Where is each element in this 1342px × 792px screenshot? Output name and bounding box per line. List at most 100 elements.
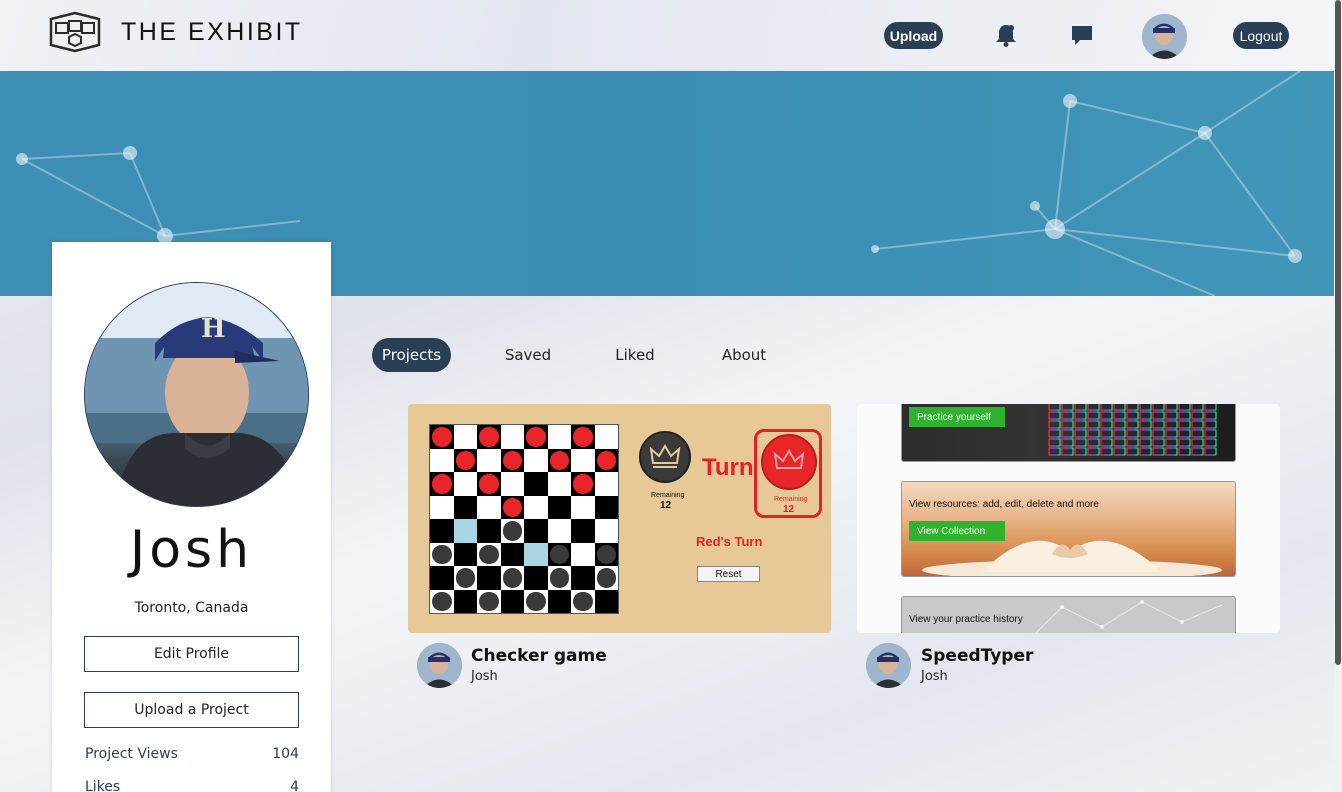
board-square [430,472,454,496]
board-square [453,589,477,613]
board-square [571,542,595,566]
resources-text: View resources: add, edit, delete and mo… [909,499,1099,510]
remaining-count-black: 12 [660,500,672,511]
board-square [524,448,548,472]
upload-project-button[interactable]: Upload a Project [84,692,299,728]
board-square [594,472,618,496]
board-square [547,448,571,472]
chat-icon[interactable] [1070,22,1094,48]
red-crown-icon [761,434,817,490]
board-square [500,425,524,449]
upload-button[interactable]: Upload [884,22,943,49]
board-square [524,589,548,613]
red-piece [479,474,499,494]
turn-heading: Turn [702,454,754,481]
logo-icon[interactable] [47,11,103,53]
board-square [477,589,501,613]
board-square [571,495,595,519]
board-square [500,519,524,543]
tab-projects[interactable]: Projects [372,338,451,372]
board-square [571,448,595,472]
board-square [571,589,595,613]
board-square [430,542,454,566]
board-square [524,566,548,590]
board-square [594,495,618,519]
user-avatar[interactable] [1142,14,1187,59]
project-author-avatar[interactable] [417,643,462,688]
board-square [430,589,454,613]
red-piece [526,427,546,447]
tab-saved[interactable]: Saved [497,338,559,372]
board-square [453,566,477,590]
project-author[interactable]: Josh [921,669,948,684]
board-square [430,448,454,472]
board-square [547,425,571,449]
black-piece [502,568,522,588]
board-square [524,495,548,519]
board-square [477,472,501,496]
black-crown-icon [639,431,691,483]
black-piece [479,544,499,564]
board-square [430,495,454,519]
board-square [547,566,571,590]
bell-icon[interactable] [994,22,1018,48]
practice-button: Practice yourself [909,407,1005,427]
board-square [594,519,618,543]
profile-card: H Josh Toronto, Canada Edit Profile Uplo… [52,242,331,792]
remaining-label-red: Remaining [774,496,808,503]
board-square [547,542,571,566]
board-square [547,472,571,496]
black-piece [596,544,616,564]
black-piece [479,591,499,611]
board-square [477,495,501,519]
brand-title[interactable]: THE EXHIBIT [121,18,303,47]
stat-value: 4 [290,779,299,792]
board-square [594,542,618,566]
project-author[interactable]: Josh [471,669,498,684]
tab-liked[interactable]: Liked [606,338,664,372]
project-thumbnail-speedtyper[interactable]: Practice yourself View resources: add, e… [857,404,1280,633]
profile-photo: H [84,282,309,507]
board-square [453,542,477,566]
red-piece [455,450,475,470]
reset-button: Reset [697,566,760,582]
board-square [524,519,548,543]
board-square [594,425,618,449]
project-author-avatar[interactable] [866,643,911,688]
edit-profile-button[interactable]: Edit Profile [84,636,299,672]
black-piece [596,568,616,588]
board-square [500,472,524,496]
board-square [500,566,524,590]
svg-text:H: H [201,314,226,344]
board-square [571,566,595,590]
board-square [453,425,477,449]
black-piece [573,591,593,611]
board-square [430,519,454,543]
board-square [524,472,548,496]
tab-about[interactable]: About [712,338,776,372]
black-piece [549,568,569,588]
logout-button[interactable]: Logout [1233,22,1289,49]
profile-name: Josh [129,520,254,580]
board-square [594,448,618,472]
red-piece [479,427,499,447]
red-piece [549,450,569,470]
black-piece [502,521,522,541]
board-square [500,589,524,613]
black-piece [432,591,452,611]
board-square [571,472,595,496]
scrollbar-thumb[interactable] [1335,0,1341,665]
board-square [500,495,524,519]
board-square [477,448,501,472]
history-panel: View your practice history [901,596,1236,633]
board-square [547,495,571,519]
board-square [594,589,618,613]
board-square [571,519,595,543]
remaining-count-red: 12 [783,504,795,515]
project-title[interactable]: SpeedTyper [921,646,1033,666]
project-thumbnail-checker[interactable]: Remaining 12 Turn Remaining 12 Red's Tur… [408,404,831,633]
board-square [500,542,524,566]
board-square [477,425,501,449]
red-piece [432,427,452,447]
project-title[interactable]: Checker game [471,646,607,666]
